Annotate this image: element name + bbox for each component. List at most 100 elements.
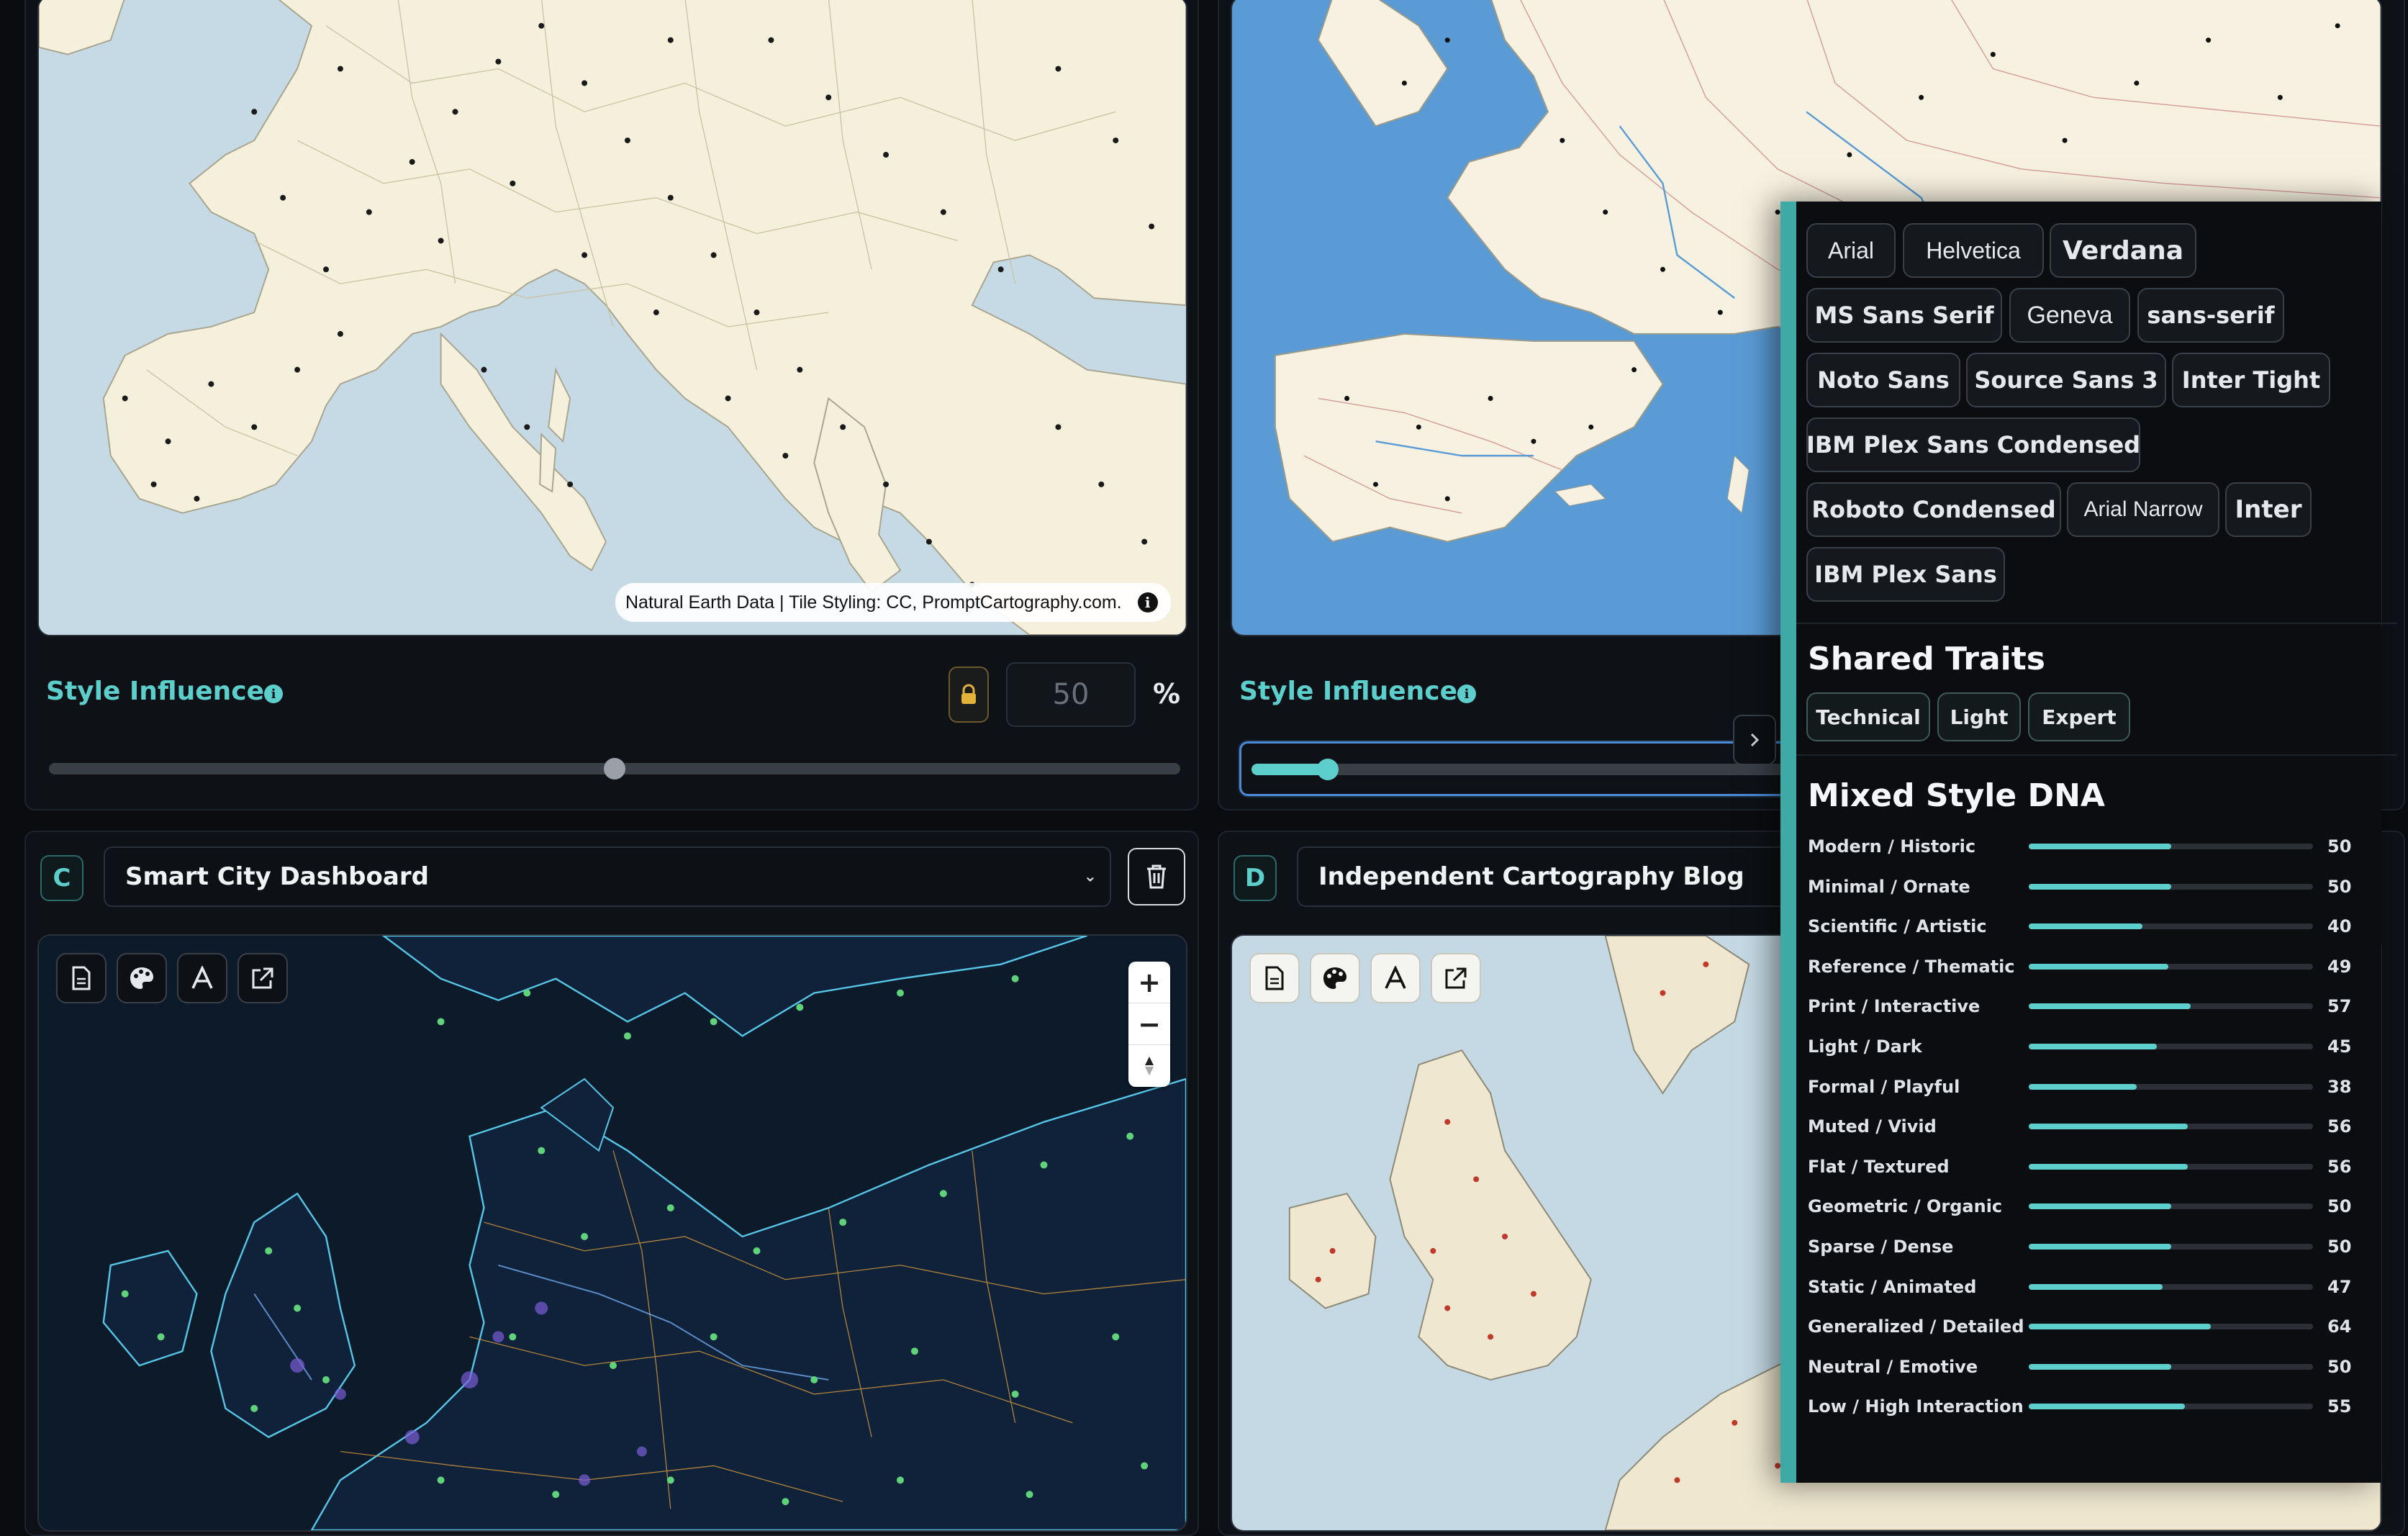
dna-row: Neutral / Emotive 50 [1808, 1352, 2355, 1381]
dataset-select-d[interactable]: Independent Cartography Blog [1297, 846, 1801, 907]
dna-row: Light / Dark 45 [1808, 1032, 2355, 1061]
trait-chip[interactable]: Light [1937, 692, 2021, 741]
typography-button[interactable] [177, 953, 227, 1003]
palette-button[interactable] [117, 953, 167, 1003]
slider-thumb[interactable] [1316, 759, 1339, 780]
dna-bar-track [2029, 1244, 2313, 1250]
dna-bar-track [2029, 844, 2313, 849]
map-a-attribution: Natural Earth Data | Tile Styling: CC, P… [615, 583, 1171, 622]
zoom-control: + − [1128, 962, 1170, 1087]
zoom-in-icon[interactable]: + [1128, 962, 1170, 1003]
dna-label: Scientific / Artistic [1808, 916, 1987, 937]
dna-label: Flat / Textured [1808, 1156, 1950, 1177]
palette-icon [1323, 967, 1346, 989]
dna-bar-fill [2029, 1244, 2171, 1250]
lock-icon [961, 684, 976, 704]
dna-row: Print / Interactive 57 [1808, 992, 2355, 1021]
font-chip[interactable]: Helvetica [1903, 223, 2044, 278]
dna-row: Scientific / Artistic 40 [1808, 912, 2355, 941]
dna-value: 55 [2327, 1396, 2352, 1417]
font-chips: Arial Helvetica Verdana MS Sans Serif Ge… [1806, 223, 2368, 626]
dna-bar-fill [2029, 1324, 2211, 1330]
document-icon [1265, 966, 1284, 990]
font-icon [191, 966, 213, 989]
palette-icon [130, 967, 153, 989]
font-chip[interactable]: Geneva [2009, 288, 2130, 343]
trait-chip[interactable]: Expert [2028, 692, 2130, 741]
typography-button[interactable] [1370, 953, 1421, 1003]
map-c-canvas [39, 936, 1186, 1530]
attribution-text: Natural Earth Data | Tile Styling: CC, P… [625, 592, 1122, 613]
font-chip[interactable]: Source Sans 3 [1966, 353, 2166, 407]
map-c[interactable] [37, 934, 1187, 1532]
dna-bar-fill [2029, 1083, 2137, 1090]
dna-bar-track [2029, 1163, 2313, 1170]
dna-bar-track [2029, 1124, 2313, 1130]
dna-label: Low / High Interaction [1808, 1396, 2024, 1417]
dna-label: Muted / Vivid [1808, 1116, 1937, 1137]
map-a[interactable] [37, 0, 1187, 636]
dna-bar-track [2029, 963, 2313, 970]
font-chip[interactable]: Arial [1806, 223, 1896, 278]
info-icon[interactable]: i [1137, 592, 1158, 613]
dna-bar-fill [2029, 883, 2171, 890]
dna-bar-fill [2029, 1003, 2191, 1010]
dna-list: Modern / Historic 50 Minimal / Ornate 50 Sci… [1808, 832, 2369, 1437]
influence-value-input-a[interactable]: 50 [1006, 662, 1136, 727]
font-chip[interactable]: MS Sans Serif [1806, 288, 2002, 343]
trait-chip[interactable]: Technical [1806, 692, 1930, 741]
info-icon[interactable]: i [1457, 685, 1476, 703]
font-chip[interactable]: Inter Tight [2172, 353, 2330, 407]
dna-row: Low / High Interaction 55 [1808, 1392, 2355, 1421]
font-chip[interactable]: Verdana [2050, 223, 2196, 278]
compass-icon[interactable] [1128, 1045, 1170, 1086]
dna-row: Minimal / Ornate 50 [1808, 872, 2355, 901]
shared-traits-title: Shared Traits [1808, 641, 2045, 677]
font-chip[interactable]: IBM Plex Sans Condensed [1806, 417, 2140, 472]
dna-bar-track [2029, 1044, 2313, 1049]
dna-label: Sparse / Dense [1808, 1237, 1954, 1257]
font-chip[interactable]: sans-serif [2137, 288, 2284, 343]
font-icon [1385, 966, 1406, 989]
chevron-right-icon [1750, 733, 1760, 747]
slider-thumb[interactable] [604, 758, 625, 780]
dna-value: 38 [2327, 1076, 2352, 1097]
dna-bar-fill [2029, 1363, 2171, 1370]
delete-button[interactable] [1128, 848, 1185, 905]
palette-button[interactable] [1310, 953, 1360, 1003]
font-chip[interactable]: Roboto Condensed [1806, 482, 2061, 537]
influence-slider-a[interactable] [49, 758, 1180, 780]
dna-bar-track [2029, 1404, 2313, 1410]
dna-bar-track [2029, 1324, 2313, 1330]
export-document-button[interactable] [56, 953, 107, 1003]
dna-bar-track [2029, 1083, 2313, 1090]
dna-bar-track [2029, 1203, 2313, 1210]
dna-bar-fill [2029, 1283, 2163, 1290]
dna-bar-track [2029, 1003, 2313, 1010]
open-external-button[interactable] [237, 953, 288, 1003]
font-chip[interactable]: IBM Plex Sans [1806, 547, 2005, 602]
dna-value: 40 [2327, 916, 2352, 937]
dna-label: Formal / Playful [1808, 1076, 1960, 1097]
collapse-panel-button[interactable] [1733, 715, 1776, 765]
dna-row: Reference / Thematic 49 [1808, 952, 2355, 981]
lock-button[interactable] [949, 667, 989, 723]
export-document-button[interactable] [1249, 953, 1300, 1003]
dna-label: Modern / Historic [1808, 836, 1976, 857]
font-chip[interactable]: Noto Sans [1806, 353, 1960, 407]
dna-row: Geometric / Organic 50 [1808, 1192, 2355, 1221]
dna-value: 50 [2327, 1356, 2352, 1377]
info-icon[interactable]: i [264, 685, 283, 703]
dataset-select-c[interactable]: Smart City Dashboard ⌄ [104, 846, 1111, 907]
font-chip[interactable]: Arial Narrow [2067, 482, 2219, 537]
open-external-button[interactable] [1431, 953, 1481, 1003]
dna-row: Flat / Textured 56 [1808, 1152, 2355, 1181]
zoom-out-icon[interactable]: − [1128, 1003, 1170, 1045]
divider [1796, 754, 2397, 756]
document-icon [72, 966, 91, 990]
slider-fill [1251, 764, 1328, 775]
dna-bar-fill [2029, 1404, 2186, 1410]
font-chip[interactable]: Inter [2225, 482, 2312, 537]
percent-unit: % [1153, 678, 1181, 710]
dna-bar-track [2029, 1283, 2313, 1290]
